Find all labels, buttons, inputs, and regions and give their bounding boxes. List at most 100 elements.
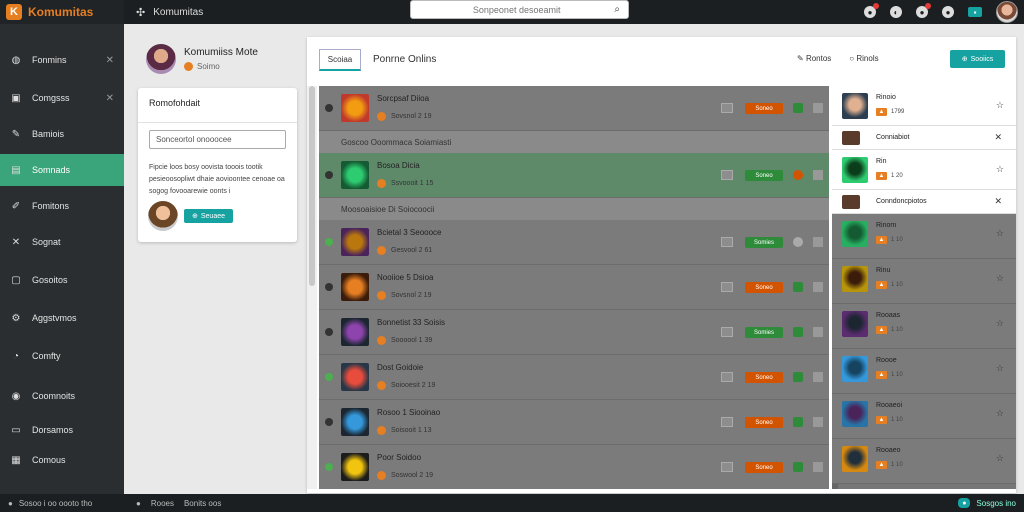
- add-icon[interactable]: [793, 462, 803, 472]
- card-action-button[interactable]: ⊕ Seuaee: [184, 209, 233, 223]
- related-title[interactable]: Rooaeo: [876, 447, 901, 454]
- chat-icon[interactable]: ▪: [968, 7, 982, 17]
- list-item[interactable]: Sorcpsaf Diioa Sovsnol 2 19 Soneo: [319, 86, 829, 131]
- search-input[interactable]: [419, 4, 615, 15]
- item-thumbnail[interactable]: [341, 453, 369, 481]
- item-thumbnail[interactable]: [341, 408, 369, 436]
- item-status-chip[interactable]: Soneo: [745, 372, 783, 383]
- sidebar-item-3[interactable]: ▤ Somnads: [0, 154, 124, 186]
- sidebar-item-6[interactable]: ▢ Gosoitos: [0, 264, 124, 296]
- related-item[interactable]: Rooaeo ▲ 1 10 ☆: [832, 439, 1016, 484]
- star-icon[interactable]: ☆: [996, 164, 1004, 175]
- tab-active[interactable]: Scoiaa: [319, 49, 361, 71]
- tool-sort[interactable]: ✎ Rontos: [797, 54, 831, 63]
- related-item[interactable]: Rinom ▲ 1 10 ☆: [832, 214, 1016, 259]
- add-icon[interactable]: [793, 237, 803, 247]
- item-title[interactable]: Bosoa Dicia: [377, 161, 420, 170]
- item-status-chip[interactable]: Soneo: [745, 417, 783, 428]
- related-thumbnail[interactable]: [842, 93, 868, 119]
- star-icon[interactable]: ☆: [996, 228, 1004, 239]
- star-icon[interactable]: ☆: [996, 408, 1004, 419]
- image-icon[interactable]: [721, 237, 733, 247]
- footer-mid-2[interactable]: Bonits oos: [184, 499, 221, 508]
- related-thumbnail[interactable]: [842, 157, 868, 183]
- related-thumbnail[interactable]: [842, 221, 868, 247]
- list-item[interactable]: Nooiioe 5 Dsioa Sovsnol 2 19 Soneo: [319, 265, 829, 310]
- panel-action-button[interactable]: ⊕ Sooiics: [950, 50, 1005, 68]
- image-icon[interactable]: [721, 170, 733, 180]
- sidebar-item-8[interactable]: ◔ Comfty: [0, 340, 124, 372]
- scrollbar-thumb[interactable]: [309, 86, 315, 286]
- item-title[interactable]: Bcietal 3 Seoooce: [377, 228, 442, 237]
- star-icon[interactable]: ☆: [996, 453, 1004, 464]
- list-item[interactable]: Bosoa Dicia Ssvoooit 1 15 Soneo: [319, 153, 829, 198]
- compass-icon[interactable]: ◐: [890, 6, 902, 18]
- item-title[interactable]: Bonnetist 33 Soisis: [377, 318, 445, 327]
- item-thumbnail[interactable]: [341, 94, 369, 122]
- image-icon[interactable]: [721, 103, 733, 113]
- related-thumbnail[interactable]: [842, 356, 868, 382]
- item-status-chip[interactable]: Soneo: [745, 170, 783, 181]
- more-icon[interactable]: [813, 103, 823, 113]
- list-item[interactable]: Bcietal 3 Seoooce Gesvool 2 61 Somies: [319, 220, 829, 265]
- item-status-chip[interactable]: Somies: [745, 327, 783, 338]
- close-icon[interactable]: ✕: [994, 132, 1002, 143]
- item-thumbnail[interactable]: [341, 161, 369, 189]
- related-item[interactable]: Rooaas ▲ 1 10 ☆: [832, 304, 1016, 349]
- star-icon[interactable]: ☆: [996, 100, 1004, 111]
- more-icon[interactable]: [813, 462, 823, 472]
- related-item[interactable]: Rinoio ▲ 1799 ☆: [832, 86, 1016, 126]
- add-icon[interactable]: [793, 417, 803, 427]
- more-icon[interactable]: [813, 237, 823, 247]
- list-item[interactable]: Poor Soidoo Soswool 2 19 Soneo: [319, 445, 829, 489]
- image-icon[interactable]: [721, 282, 733, 292]
- item-status-chip[interactable]: Soneo: [745, 282, 783, 293]
- footer-right[interactable]: ● Sosgos ino: [958, 498, 1016, 508]
- related-title[interactable]: Rin: [876, 158, 887, 165]
- sidebar-item-7[interactable]: ⚙ Aggstvmos: [0, 302, 124, 334]
- related-title[interactable]: Rooaeoi: [876, 402, 902, 409]
- close-icon[interactable]: ✕: [994, 196, 1002, 207]
- sidebar-item-11[interactable]: ▦ Comous: [0, 444, 124, 476]
- more-icon[interactable]: [813, 417, 823, 427]
- sidebar-item-1[interactable]: ▣ Comgsss ✕: [0, 82, 124, 114]
- list-item[interactable]: Bonnetist 33 Soisis Soooool 1 39 Somies: [319, 310, 829, 355]
- tool-filter[interactable]: ○ Rinols: [849, 54, 878, 63]
- item-thumbnail[interactable]: [341, 273, 369, 301]
- sidebar-item-5[interactable]: ✕ Sognat: [0, 226, 124, 258]
- item-title[interactable]: Rosoo 1 Siooinao: [377, 408, 440, 417]
- item-thumbnail[interactable]: [341, 363, 369, 391]
- related-title[interactable]: Rinu: [876, 267, 890, 274]
- related-thumbnail[interactable]: [842, 401, 868, 427]
- card-avatar[interactable]: [148, 201, 178, 231]
- more-icon[interactable]: [813, 170, 823, 180]
- sidebar-item-4[interactable]: ✐ Fomitons: [0, 190, 124, 222]
- add-icon[interactable]: [793, 372, 803, 382]
- related-item[interactable]: Rinu ▲ 1 10 ☆: [832, 259, 1016, 304]
- related-item[interactable]: Rin ▲ 1 20 ☆: [832, 150, 1016, 190]
- more-icon[interactable]: [813, 327, 823, 337]
- image-icon[interactable]: [721, 462, 733, 472]
- related-title[interactable]: Rinom: [876, 222, 896, 229]
- sidebar-item-9[interactable]: ◉ Coomnoits: [0, 380, 124, 412]
- item-status-chip[interactable]: Soneo: [745, 103, 783, 114]
- close-icon[interactable]: ✕: [106, 93, 114, 104]
- item-title[interactable]: Dost Goidoie: [377, 363, 423, 372]
- item-thumbnail[interactable]: [341, 318, 369, 346]
- search-icon[interactable]: ⌕: [614, 4, 620, 15]
- card-input[interactable]: [149, 130, 286, 149]
- star-icon[interactable]: ☆: [996, 318, 1004, 329]
- related-title[interactable]: Roooe: [876, 357, 897, 364]
- add-icon[interactable]: [793, 327, 803, 337]
- notifications-icon[interactable]: ●: [864, 3, 879, 18]
- list-item[interactable]: Rosoo 1 Siooinao Soisooit 1 13 Soneo: [319, 400, 829, 445]
- related-title[interactable]: Rooaas: [876, 312, 900, 319]
- star-icon[interactable]: ☆: [996, 273, 1004, 284]
- image-icon[interactable]: [721, 372, 733, 382]
- list-item[interactable]: Dost Goidoie Soiooesit 2 19 Soneo: [319, 355, 829, 400]
- related-item[interactable]: Rooaeoi ▲ 1 10 ☆: [832, 394, 1016, 439]
- related-thumbnail[interactable]: [842, 311, 868, 337]
- related-thumbnail[interactable]: [842, 446, 868, 472]
- profile-avatar[interactable]: [146, 44, 176, 74]
- sidebar-item-2[interactable]: ✎ Bamiois: [0, 118, 124, 150]
